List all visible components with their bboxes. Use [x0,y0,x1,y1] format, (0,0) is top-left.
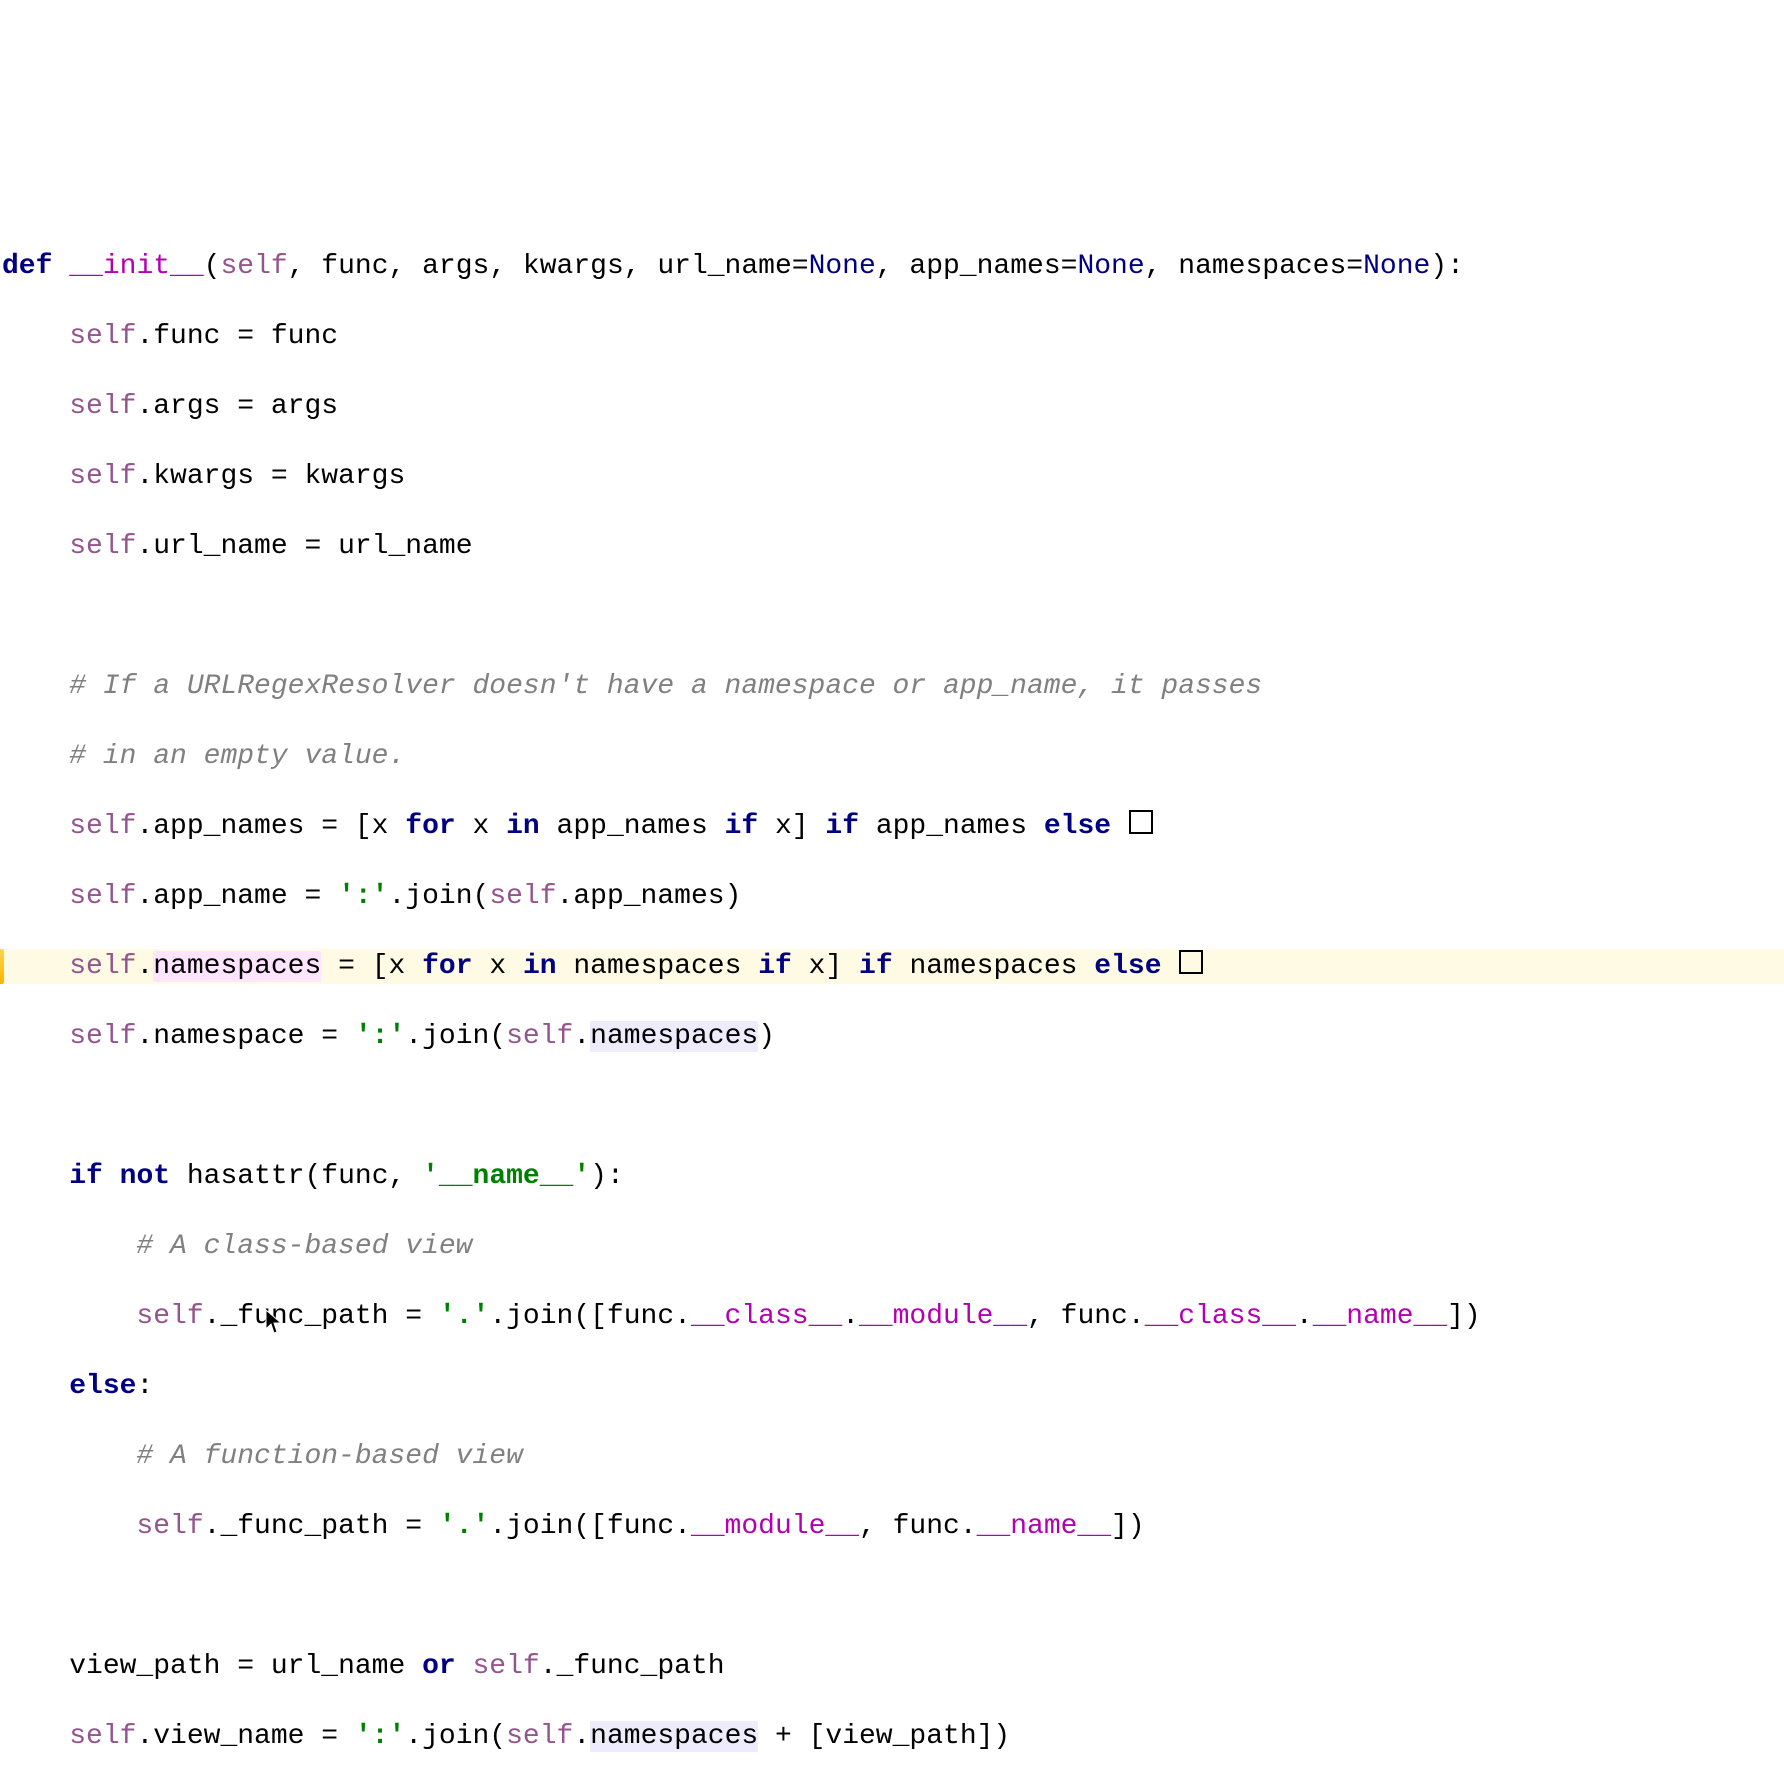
code-line[interactable]: self.args = args [2,389,1784,424]
param-self: self [220,251,287,282]
comment: # A function-based view [136,1441,522,1472]
blank-line[interactable] [2,1579,1784,1614]
code-line[interactable]: # in an empty value. [2,739,1784,774]
code-line[interactable]: self.kwargs = kwargs [2,459,1784,494]
code-line[interactable]: def __init__(self, func, args, kwargs, u… [2,249,1784,284]
identifier-namespaces-read[interactable]: namespaces [590,1721,758,1752]
keyword-def: def [2,251,52,282]
blank-line[interactable] [2,1089,1784,1124]
code-line[interactable]: if not hasattr(func, '__name__'): [2,1159,1784,1194]
identifier-namespaces-read[interactable]: namespaces [590,1021,758,1052]
code-line[interactable]: self.url_name = url_name [2,529,1784,564]
empty-list-glyph [1179,950,1203,974]
code-line[interactable]: self.view_name = ':'.join(self.namespace… [2,1719,1784,1754]
code-editor[interactable]: def __init__(self, func, args, kwargs, u… [0,175,1784,1792]
code-line[interactable]: self.app_names = [x for x in app_names i… [2,809,1784,844]
identifier-namespaces-write[interactable]: namespaces [153,951,321,982]
empty-list-glyph [1129,810,1153,834]
code-line[interactable]: view_path = url_name or self._func_path [2,1649,1784,1684]
code-line[interactable]: self.func = func [2,319,1784,354]
comment: # in an empty value. [69,741,405,772]
blank-line[interactable] [2,599,1784,634]
code-line[interactable]: self._func_path = '.'.join([func.__class… [2,1299,1784,1334]
code-line[interactable]: # A class-based view [2,1229,1784,1264]
comment: # A class-based view [136,1231,472,1262]
code-line[interactable]: # If a URLRegexResolver doesn't have a n… [2,669,1784,704]
code-line[interactable]: self._func_path = '.'.join([func.__modul… [2,1509,1784,1544]
function-name: __init__ [69,251,203,282]
intention-bulb-icon[interactable] [0,949,4,984]
comment: # If a URLRegexResolver doesn't have a n… [69,671,1262,702]
code-line[interactable]: self.app_name = ':'.join(self.app_names) [2,879,1784,914]
active-code-line[interactable]: self.namespaces = [x for x in namespaces… [2,949,1784,984]
code-line[interactable]: # A function-based view [2,1439,1784,1474]
code-line[interactable]: self.namespace = ':'.join(self.namespace… [2,1019,1784,1054]
code-line[interactable]: else: [2,1369,1784,1404]
